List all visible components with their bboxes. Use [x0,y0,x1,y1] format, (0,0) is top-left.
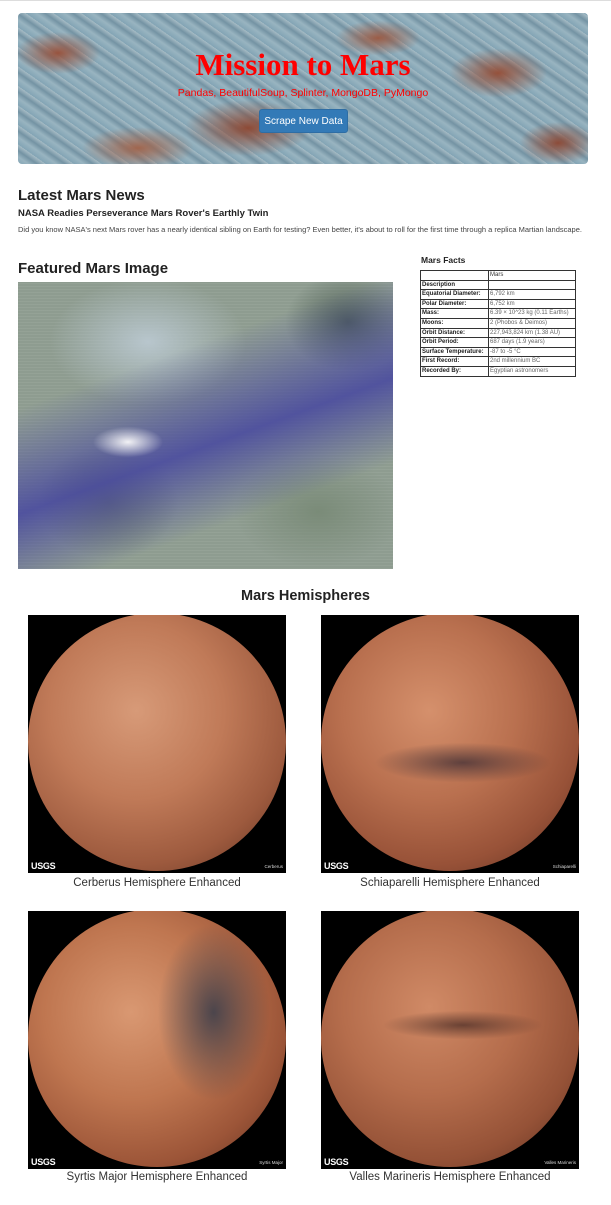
usgs-logo: USGS [324,1157,349,1167]
facts-value: 2 (Phobos & Deimos) [488,317,576,329]
facts-value: 687 days (1.9 years) [488,337,576,348]
facts-key: Recorded By: [420,365,489,377]
mars-globe [28,911,286,1167]
facts-row: Orbit Distance: 227,943,824 km (1.38 AU) [420,327,576,339]
hemisphere-caption: Schiaparelli Hemisphere Enhanced [360,877,540,889]
usgs-logo: USGS [31,1157,56,1167]
facts-row: Mass: 6.39 × 10^23 kg (0.11 Earths) [420,308,576,319]
facts-value: Egyptian astronomers [488,365,576,377]
facts-value: 2nd millennium BC [488,356,576,367]
facts-key: Orbit Period: [420,337,489,348]
facts-row: Surface Temperature: -87 to -5 °C [420,346,576,358]
facts-row: First Record: 2nd millennium BC [420,356,576,367]
facts-key: First Record: [420,356,489,367]
facts-description-row: Description [420,279,576,291]
news-title: NASA Readies Perseverance Mars Rover's E… [18,208,269,219]
facts-key: Orbit Distance: [420,327,489,339]
page-top-border [0,0,611,1]
mars-globe [321,911,579,1167]
hemisphere-image-cerberus[interactable]: USGS Cerberus [28,615,286,873]
facts-key: Polar Diameter: [420,298,489,310]
featured-mars-image[interactable] [18,282,393,569]
facts-description-empty [488,279,576,291]
facts-row: Polar Diameter: 6,752 km [420,298,576,310]
facts-value: -87 to -5 °C [488,346,576,358]
facts-key: Moons: [420,317,489,329]
hemisphere-image-tag: Schiaparelli [552,864,576,869]
facts-column-header: Mars [488,270,576,281]
facts-value: 6.39 × 10^23 kg (0.11 Earths) [488,308,576,319]
usgs-logo: USGS [324,861,349,871]
facts-value: 227,943,824 km (1.38 AU) [488,327,576,339]
mars-globe [321,615,579,871]
facts-header-row: Mars [420,270,576,281]
mars-facts-heading: Mars Facts [421,255,466,265]
hemisphere-image-syrtis-major[interactable]: USGS Syrtis Major [28,911,286,1169]
hemisphere-image-tag: Syrtis Major [259,1160,283,1165]
page-title: Mission to Mars [195,47,411,82]
news-paragraph: Did you know NASA's next Mars rover has … [18,225,582,234]
facts-row: Orbit Period: 687 days (1.9 years) [420,337,576,348]
facts-row: Recorded By: Egyptian astronomers [420,365,576,377]
facts-row: Moons: 2 (Phobos & Deimos) [420,317,576,329]
mars-globe [28,615,286,871]
facts-key: Surface Temperature: [420,346,489,358]
hemisphere-image-tag: Valles Marineris [544,1160,576,1165]
hemisphere-caption: Valles Marineris Hemisphere Enhanced [349,1171,551,1183]
hemisphere-image-tag: Cerberus [264,864,283,869]
hemisphere-caption: Syrtis Major Hemisphere Enhanced [66,1171,248,1183]
facts-value: 6,752 km [488,298,576,310]
page-subtitle: Pandas, BeautifulSoup, Splinter, MongoDB… [177,87,429,99]
facts-key: Equatorial Diameter: [420,289,489,300]
featured-image-heading: Featured Mars Image [18,260,169,277]
hemisphere-image-schiaparelli[interactable]: USGS Schiaparelli [321,615,579,873]
hemisphere-caption: Cerberus Hemisphere Enhanced [73,877,241,889]
facts-description-label: Description [420,279,489,291]
usgs-logo: USGS [31,861,56,871]
news-heading: Latest Mars News [18,187,145,204]
facts-value: 6,792 km [488,289,576,300]
header-jumbotron: Mission to Mars Pandas, BeautifulSoup, S… [18,13,588,164]
hemispheres-heading: Mars Hemispheres [241,588,370,604]
facts-key: Mass: [420,308,489,319]
facts-row: Equatorial Diameter: 6,792 km [420,289,576,300]
mars-facts-table: Mars Description Equatorial Diameter: 6,7… [420,270,576,377]
facts-header-empty [420,270,489,281]
hemisphere-image-valles-marineris[interactable]: USGS Valles Marineris [321,911,579,1169]
scrape-new-data-button[interactable]: Scrape New Data [259,109,348,133]
